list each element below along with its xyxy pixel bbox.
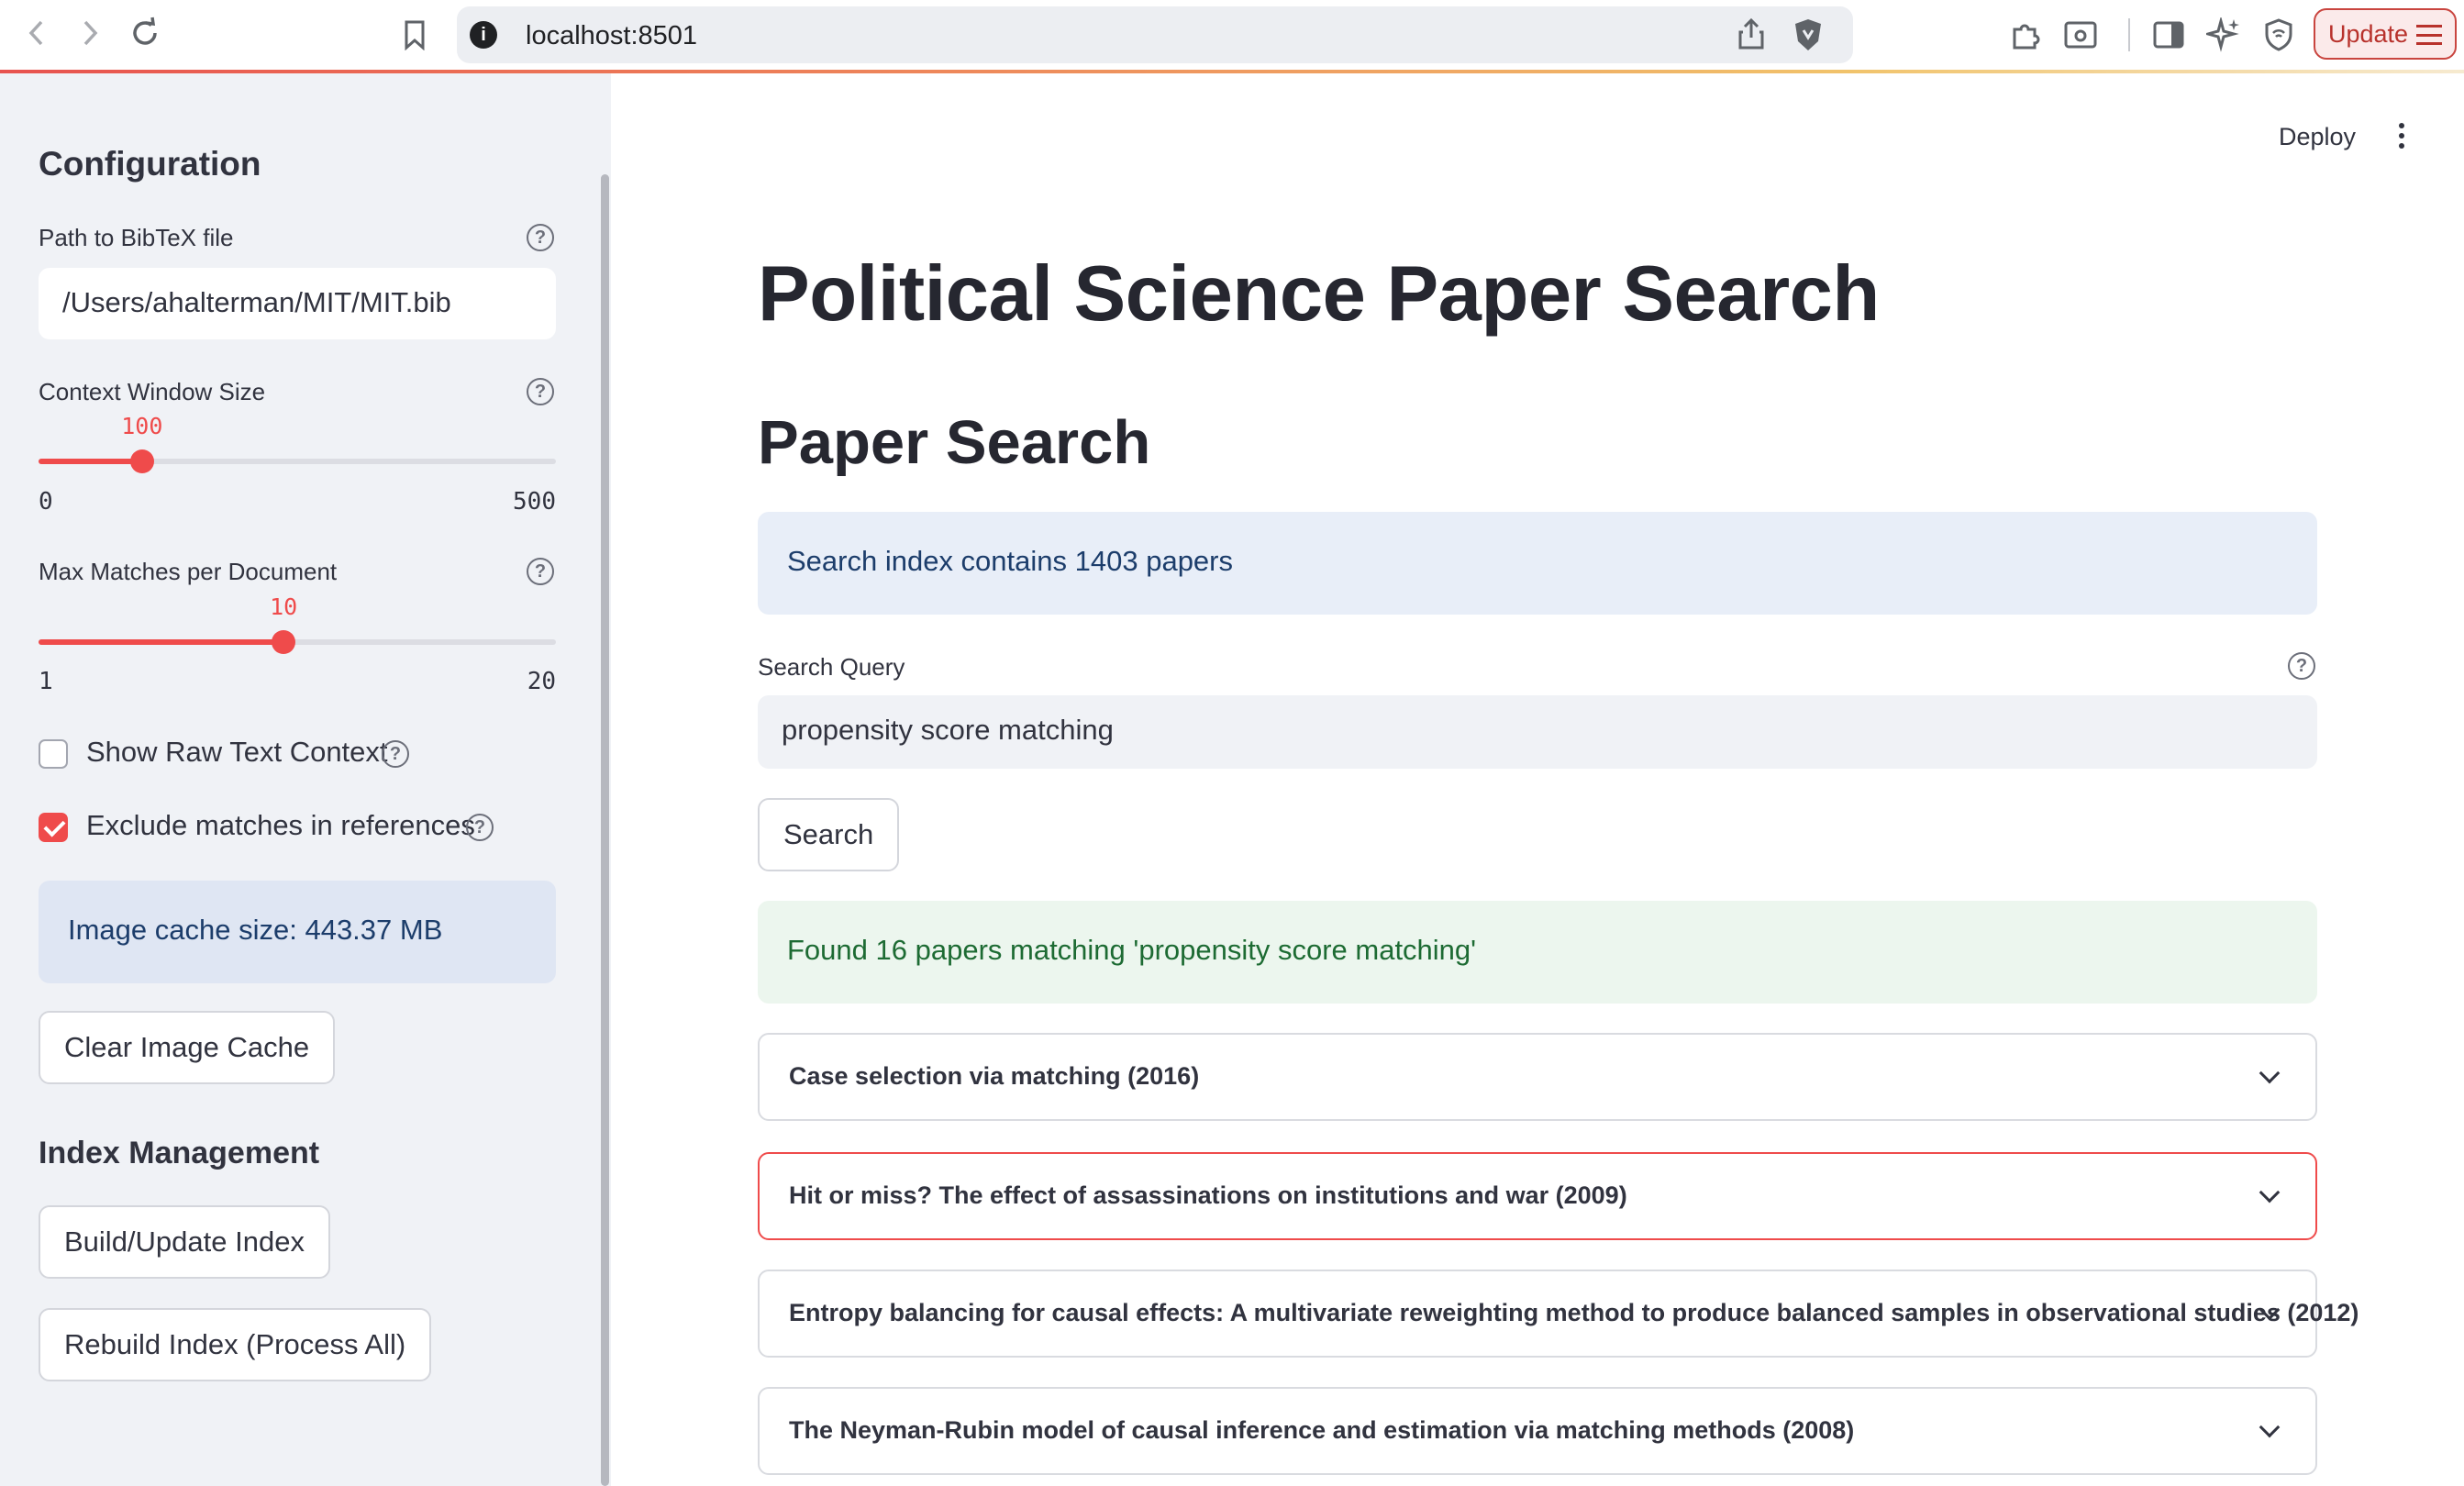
result-title: Hit or miss? The effect of assassination… (789, 1181, 1627, 1209)
page-search-icon[interactable] (2060, 15, 2101, 55)
section-heading: Paper Search (758, 408, 1151, 477)
result-expander[interactable]: Case selection via matching (2016) (758, 1033, 2317, 1121)
exclude-refs-label: Exclude matches in references (86, 809, 475, 841)
slider-min: 0 (39, 488, 53, 516)
rebuild-index-button[interactable]: Rebuild Index (Process All) (39, 1308, 432, 1381)
sidebar-toggle-icon[interactable] (2148, 15, 2189, 55)
context-window-label: Context Window Size (39, 378, 266, 405)
search-input[interactable]: propensity score matching (758, 695, 2317, 769)
result-success-alert: Found 16 papers matching 'propensity sco… (758, 901, 2317, 1004)
help-icon[interactable]: ? (382, 740, 409, 768)
result-expander[interactable]: Hit or miss? The effect of assassination… (758, 1152, 2317, 1240)
build-index-button[interactable]: Build/Update Index (39, 1205, 330, 1279)
ai-assistant-icon[interactable] (2203, 15, 2244, 55)
reload-icon[interactable] (125, 13, 165, 53)
show-raw-label: Show Raw Text Context (86, 736, 388, 768)
index-info-alert: Search index contains 1403 papers (758, 512, 2317, 615)
slider-max: 500 (513, 488, 556, 516)
slider-value: 10 (270, 593, 298, 620)
chevron-down-icon (2259, 1181, 2281, 1203)
slider-min: 1 (39, 668, 53, 695)
slider-fill (39, 639, 284, 645)
search-button[interactable]: Search (758, 798, 900, 871)
exclude-refs-checkbox[interactable] (39, 813, 68, 842)
help-icon[interactable]: ? (2288, 652, 2315, 680)
sidebar-title: Configuration (39, 145, 261, 183)
brave-shield-icon[interactable] (1793, 17, 1824, 57)
index-management-heading: Index Management (39, 1136, 320, 1170)
vpn-shield-icon[interactable] (2259, 15, 2299, 55)
address-bar[interactable]: i localhost:8501 (457, 6, 1853, 63)
sidebar: Configuration Path to BibTeX file ? /Use… (0, 73, 611, 1486)
search-query-label: Search Query (758, 653, 905, 681)
help-icon[interactable]: ? (527, 224, 554, 251)
slider-max: 20 (527, 668, 556, 695)
slider-value: 100 (121, 413, 163, 439)
max-matches-label: Max Matches per Document (39, 558, 338, 585)
forward-arrow-icon[interactable] (70, 13, 110, 53)
more-options-icon[interactable] (2396, 123, 2407, 154)
bibtex-path-input[interactable]: /Users/ahalterman/MIT/MIT.bib (39, 268, 556, 339)
chevron-down-icon (2259, 1062, 2281, 1084)
page-title: Political Science Paper Search (758, 250, 1880, 338)
show-raw-checkbox[interactable] (39, 739, 68, 769)
chevron-down-icon (2259, 1416, 2281, 1438)
result-expander[interactable]: Entropy balancing for causal effects: A … (758, 1270, 2359, 1358)
help-icon[interactable]: ? (527, 378, 554, 405)
bibtex-label: Path to BibTeX file (39, 224, 234, 251)
url-text: localhost:8501 (526, 21, 698, 50)
help-icon[interactable]: ? (466, 814, 494, 841)
result-title: The Neyman-Rubin model of causal inferen… (789, 1416, 1855, 1444)
toolbar-divider (2128, 18, 2130, 51)
browser-toolbar: i localhost:8501 Update (0, 0, 2464, 73)
update-button[interactable]: Update (2314, 8, 2457, 60)
menu-icon (2416, 25, 2442, 45)
bookmark-icon[interactable] (394, 15, 435, 55)
max-matches-slider[interactable]: 10 (39, 593, 556, 654)
update-label: Update (2328, 19, 2409, 48)
slider-fill (39, 459, 142, 464)
deploy-button[interactable]: Deploy (2279, 123, 2356, 151)
back-arrow-icon[interactable] (17, 13, 57, 53)
result-title: Case selection via matching (2016) (789, 1062, 1200, 1090)
help-icon[interactable]: ? (527, 558, 554, 585)
context-window-slider[interactable]: 100 (39, 413, 556, 473)
clear-cache-button[interactable]: Clear Image Cache (39, 1011, 336, 1084)
share-icon[interactable] (1737, 17, 1765, 55)
extensions-icon[interactable] (2005, 15, 2046, 55)
result-title: Entropy balancing for causal effects: A … (789, 1299, 2359, 1326)
site-info-icon[interactable]: i (470, 21, 497, 49)
cache-info-alert: Image cache size: 443.37 MB (39, 881, 556, 983)
slider-thumb[interactable] (129, 449, 154, 473)
sidebar-scrollbar[interactable] (601, 174, 609, 1486)
result-expander[interactable]: The Neyman-Rubin model of causal inferen… (758, 1387, 2317, 1475)
slider-thumb[interactable] (272, 630, 296, 654)
